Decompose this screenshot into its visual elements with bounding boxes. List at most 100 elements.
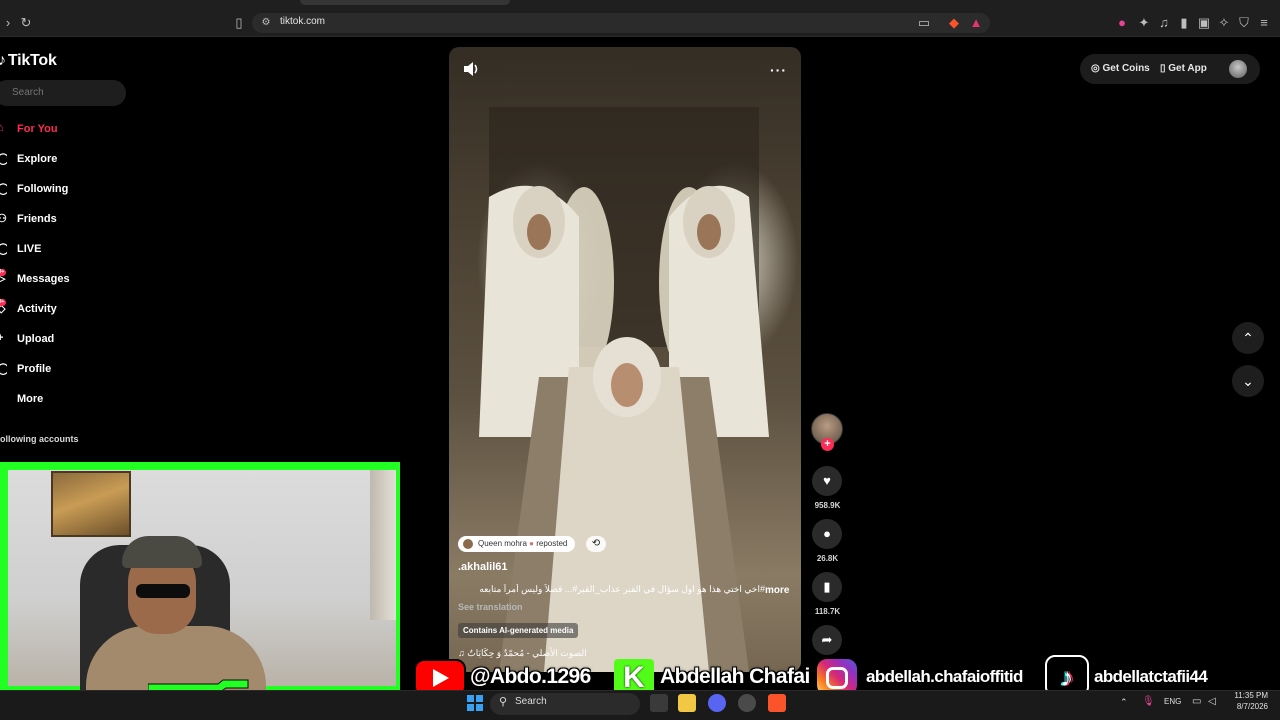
vpn-icon[interactable]: ●: [1114, 15, 1130, 31]
video-caption: #اخي اختي هذا هو اول سؤال في القبر عذاب_…: [479, 584, 765, 594]
get-app-label: Get App: [1168, 63, 1207, 74]
clock[interactable]: 11:35 PM 8/7/2026: [1224, 690, 1268, 712]
caption-more-link[interactable]: more: [765, 585, 789, 596]
cast-icon[interactable]: ▭: [916, 15, 932, 31]
nav-friends[interactable]: ⚇ Friends: [0, 207, 120, 231]
url-text[interactable]: tiktok.com: [280, 16, 325, 27]
taskbar-search-label[interactable]: Search: [515, 696, 547, 707]
repost-avatar: [463, 539, 473, 549]
repost-emoji-icon: ●: [529, 539, 534, 548]
nav-label: Following: [17, 183, 69, 195]
streamer-sunglasses: [136, 584, 190, 598]
youtube-play-icon: [433, 669, 449, 687]
see-translation-link[interactable]: See translation: [458, 602, 523, 612]
nav-live[interactable]: ◯ LIVE: [0, 237, 120, 261]
file-explorer-icon[interactable]: [678, 694, 696, 712]
like-count: 958.9K: [814, 501, 841, 510]
chevron-down-icon: ⌄: [1242, 373, 1254, 389]
taskbar-search[interactable]: [490, 693, 640, 715]
instagram-camera-icon: [826, 667, 848, 689]
browser-tab[interactable]: [300, 0, 510, 5]
network-icon[interactable]: ▭: [1192, 696, 1201, 707]
media-icon[interactable]: ♫: [1156, 15, 1172, 31]
volume-tray-icon[interactable]: ◁: [1208, 696, 1216, 707]
repost-icon[interactable]: ⟲: [586, 536, 606, 552]
live-icon: ◯: [0, 243, 7, 255]
nav-profile[interactable]: ◯ Profile: [0, 357, 120, 381]
user-avatar[interactable]: [1229, 60, 1247, 78]
share-button[interactable]: ➦: [812, 625, 842, 655]
music-row[interactable]: ♫ الصوت الأصلي - مُحمّدٌ وَ حِكَايَاتٌ: [458, 648, 587, 659]
brave-browser-icon[interactable]: [768, 694, 786, 712]
video-player[interactable]: [449, 47, 801, 672]
share-icon: ➦: [821, 632, 833, 647]
task-view-icon[interactable]: [650, 694, 668, 712]
upload-icon: +: [0, 332, 4, 344]
nav-label: More: [17, 393, 44, 405]
save-button[interactable]: ▮: [812, 572, 842, 602]
following-accounts-heading: ollowing accounts: [0, 434, 79, 444]
site-info-icon[interactable]: ⚙: [258, 15, 274, 31]
windows-taskbar: [0, 690, 1280, 720]
like-button[interactable]: ♥: [812, 466, 842, 496]
save-count: 118.7K: [814, 607, 841, 616]
coin-icon: ◎: [1091, 63, 1103, 74]
brave-rewards-icon[interactable]: ▲: [968, 15, 984, 31]
sidebar-toggle-icon[interactable]: ▮: [1176, 15, 1192, 31]
brave-shield-icon[interactable]: ◆: [946, 15, 962, 31]
door: [370, 470, 396, 620]
get-coins-button[interactable]: ◎ Get Coins: [1091, 63, 1150, 74]
volume-icon[interactable]: [463, 61, 481, 77]
leo-ai-icon[interactable]: ✧: [1216, 15, 1232, 31]
nav-more[interactable]: · More: [0, 387, 120, 411]
nav-following[interactable]: ◯ Following: [0, 177, 120, 201]
chevron-up-icon: ⌃: [1242, 330, 1254, 346]
music-title: الصوت الأصلي - مُحمّدٌ وَ حِكَايَاتٌ: [467, 648, 587, 658]
shield-icon[interactable]: ⛉: [1236, 15, 1252, 31]
video-author[interactable]: .akhalil61: [458, 561, 508, 573]
follow-plus-icon[interactable]: +: [821, 438, 834, 451]
next-video-button[interactable]: ⌄: [1232, 365, 1264, 397]
get-app-button[interactable]: ▯ Get App: [1160, 63, 1207, 74]
nav-upload[interactable]: + Upload: [0, 327, 120, 351]
search-input[interactable]: [12, 87, 112, 98]
nav-explore[interactable]: ◯ Explore: [0, 147, 120, 171]
back-icon[interactable]: ›: [0, 15, 16, 31]
discord-icon[interactable]: [708, 694, 726, 712]
tiktok-handle: abdellatctafii44: [1094, 667, 1208, 686]
address-bar[interactable]: [252, 13, 990, 33]
tray-chevron-icon[interactable]: ⌃: [1120, 697, 1128, 708]
repost-user: Queen mohra: [478, 539, 527, 548]
repost-chip[interactable]: Queen mohra ● reposted: [458, 536, 576, 552]
menu-icon[interactable]: ≡: [1256, 15, 1272, 31]
microphone-icon[interactable]: 🎙: [1142, 696, 1155, 707]
nav-label: Profile: [17, 363, 52, 375]
home-icon: ⌂: [0, 122, 4, 134]
clock-time: 11:35 PM: [1234, 691, 1268, 700]
following-icon: ◯: [0, 183, 7, 195]
tiktok-logo[interactable]: ♪ TikTok: [0, 52, 57, 70]
clock-date: 8/7/2026: [1236, 702, 1268, 711]
repost-label: reposted: [536, 539, 568, 548]
comment-button[interactable]: ●: [812, 519, 842, 549]
tiktok-note-icon: ♪: [0, 52, 6, 69]
lion-picture: [51, 471, 131, 537]
extensions-icon[interactable]: ✦: [1136, 15, 1152, 31]
windows-start-icon[interactable]: [467, 695, 483, 711]
nav-label: Upload: [17, 333, 55, 345]
bookmark-icon[interactable]: ▯: [231, 15, 247, 31]
obs-icon[interactable]: [738, 694, 756, 712]
more-icon: ·: [0, 392, 7, 406]
reload-icon[interactable]: ↻: [18, 15, 34, 31]
nav-label: Explore: [17, 153, 58, 165]
nav-messages[interactable]: ▷ Messages 9+: [0, 267, 120, 291]
compass-icon: ◯: [0, 153, 7, 165]
wallet-icon[interactable]: ▣: [1196, 15, 1212, 31]
language-indicator[interactable]: ENG: [1164, 697, 1181, 706]
nav-activity[interactable]: ◇ Activity 9+: [0, 297, 120, 321]
previous-video-button[interactable]: ⌃: [1232, 322, 1264, 354]
nav-label: Messages: [17, 273, 70, 285]
more-options-icon[interactable]: ···: [770, 62, 787, 78]
nav-for-you[interactable]: ⌂ For You: [0, 117, 120, 141]
instagram-handle: abdellah.chafaioffitid: [866, 667, 1023, 686]
